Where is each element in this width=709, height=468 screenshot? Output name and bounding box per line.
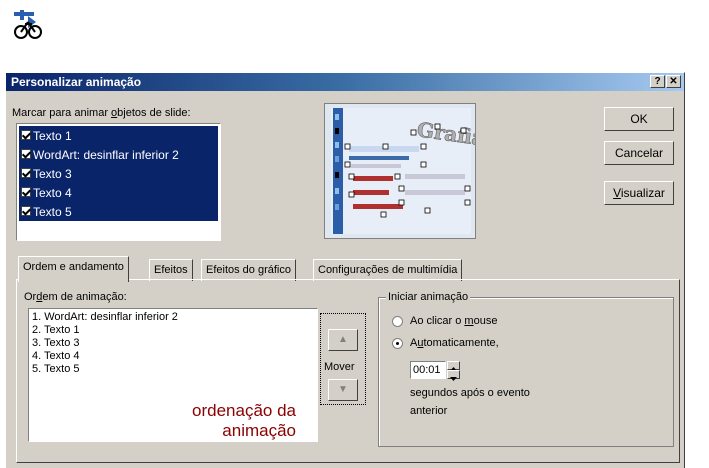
- spin-down-icon: [450, 377, 457, 381]
- tab-order-timing[interactable]: Ordem e andamento: [18, 256, 129, 282]
- select-objects-label: Marcar para animar objetos de slide:: [12, 107, 191, 119]
- custom-animation-dialog: Personalizar animação ? ✕ Marcar para an…: [5, 72, 685, 468]
- object-label: Texto 1: [33, 129, 72, 143]
- object-item[interactable]: Texto 1: [19, 126, 218, 145]
- object-item[interactable]: Texto 4: [19, 183, 218, 202]
- move-down-button[interactable]: ▼: [328, 379, 358, 401]
- object-item[interactable]: Texto 5: [19, 202, 218, 221]
- arrow-up-icon: ▲: [338, 334, 348, 345]
- checkbox[interactable]: [21, 206, 31, 216]
- delay-time-input[interactable]: 00:01: [410, 361, 446, 379]
- spin-up-button[interactable]: [447, 361, 460, 371]
- object-label: Texto 4: [33, 186, 72, 200]
- slide-thumbnail: Grafia: [325, 104, 487, 238]
- object-label: WordArt: desinflar inferior 2: [33, 148, 179, 162]
- help-icon: ?: [654, 76, 661, 87]
- automatic-label[interactable]: Automaticamente,: [410, 337, 499, 349]
- objects-checklist[interactable]: Texto 1 WordArt: desinflar inferior 2 Te…: [16, 123, 221, 241]
- arrow-down-icon: ▼: [338, 384, 348, 395]
- slide-preview: Grafia: [324, 103, 487, 239]
- custom-animation-icon[interactable]: [10, 8, 46, 42]
- list-item[interactable]: 3. Texto 3: [32, 337, 80, 349]
- list-item[interactable]: 5. Texto 5: [32, 363, 80, 375]
- ok-button[interactable]: OK: [604, 107, 674, 131]
- on-click-radio[interactable]: [392, 316, 403, 327]
- checkbox[interactable]: [21, 187, 31, 197]
- dialog-title: Personalizar animação: [11, 75, 142, 89]
- checkbox[interactable]: [21, 168, 31, 178]
- tab-multimedia-settings[interactable]: Configurações de multimídia: [313, 259, 463, 281]
- list-item[interactable]: 4. Texto 4: [32, 350, 80, 362]
- help-button[interactable]: ?: [650, 75, 665, 88]
- close-button[interactable]: ✕: [666, 75, 681, 88]
- annotation-callout: ordenação da animação: [192, 401, 296, 440]
- object-item[interactable]: Texto 3: [19, 164, 218, 183]
- preview-button[interactable]: Visualizar: [604, 181, 674, 205]
- move-up-button[interactable]: ▲: [328, 329, 358, 351]
- after-event-label-line2: anterior: [410, 405, 448, 417]
- tab-chart-effects[interactable]: Efeitos do gráfico: [201, 259, 296, 281]
- spin-down-button[interactable]: [447, 370, 460, 381]
- object-label: Texto 3: [33, 167, 72, 181]
- automatic-radio[interactable]: [392, 338, 403, 349]
- start-animation-label: Iniciar animação: [386, 291, 471, 303]
- list-item[interactable]: 2. Texto 1: [32, 324, 80, 336]
- object-item[interactable]: WordArt: desinflar inferior 2: [19, 145, 218, 164]
- list-item[interactable]: 1. WordArt: desinflar inferior 2: [32, 311, 178, 323]
- checkbox[interactable]: [21, 149, 31, 159]
- checkbox[interactable]: [21, 130, 31, 140]
- object-label: Texto 5: [33, 205, 72, 219]
- animation-order-label: Ordem de animação:: [24, 291, 127, 303]
- title-bar[interactable]: Personalizar animação ? ✕: [6, 73, 684, 91]
- on-click-label[interactable]: Ao clicar o mouse: [410, 315, 497, 327]
- move-label: Mover: [324, 361, 355, 373]
- cancel-button[interactable]: Cancelar: [604, 141, 674, 165]
- close-icon: ✕: [669, 76, 678, 87]
- after-event-label-line1: segundos após o evento: [410, 387, 530, 399]
- tab-effects[interactable]: Efeitos: [149, 259, 193, 281]
